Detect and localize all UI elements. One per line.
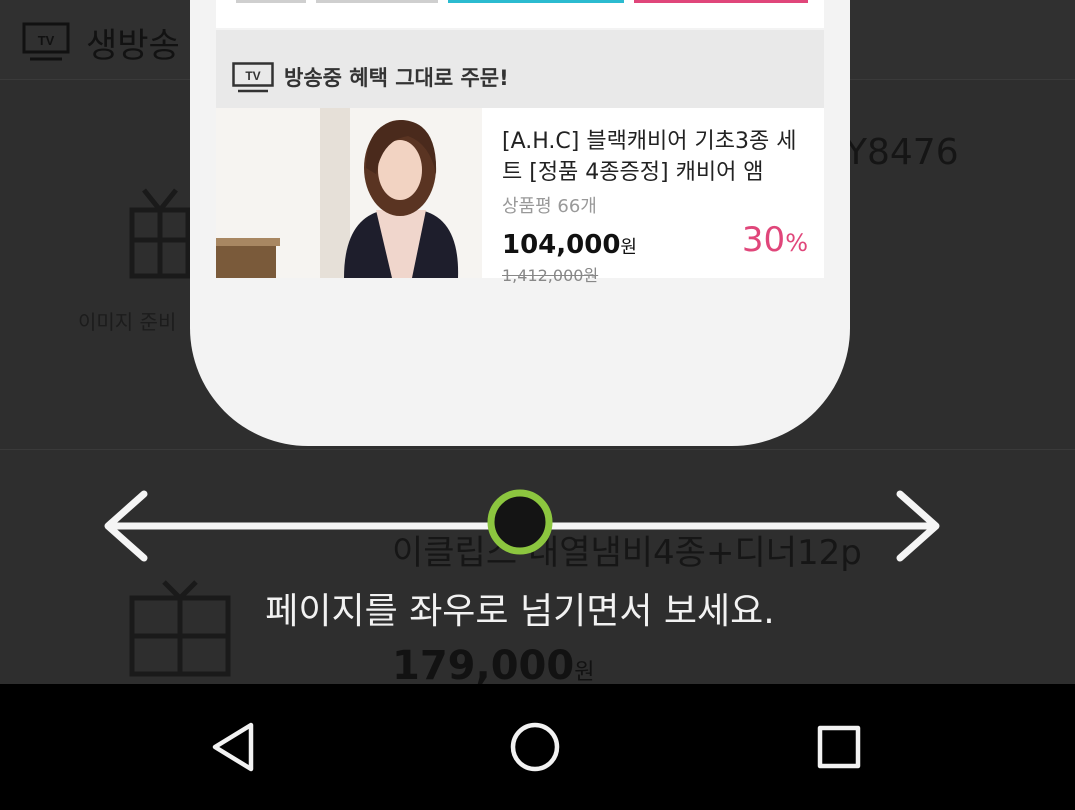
bg-product-code: Y8476	[845, 132, 959, 173]
phone-preview: TV 방송중 혜택 그대로 주문! [A.H.C] 블랙캐비어 기초3종 세트 …	[190, 0, 850, 446]
svg-text:TV: TV	[245, 69, 260, 83]
top-segment	[448, 0, 624, 3]
swipe-hint-message: 페이지를 좌우로 넘기면서 보세요.	[265, 591, 775, 632]
recents-button[interactable]	[804, 714, 874, 780]
svg-text:TV: TV	[38, 33, 55, 48]
top-segment	[236, 0, 306, 3]
image-placeholder-label: 이미지 준비	[78, 310, 177, 334]
back-button[interactable]	[198, 714, 268, 780]
product-card[interactable]: [A.H.C] 블랙캐비어 기초3종 세트 [정품 4종증정] 캐비어 앰 상품…	[216, 108, 824, 285]
product-price: 104,000원	[502, 230, 637, 260]
swipe-indicator	[104, 489, 940, 562]
navigation-bar	[0, 684, 1075, 810]
bg-header-title: 생방송	[86, 26, 180, 66]
review-count: 상품평 66개	[502, 196, 597, 217]
section-title: 방송중 혜택 그대로 주문!	[284, 66, 509, 90]
product-info: [A.H.C] 블랙캐비어 기초3종 세트 [정품 4종증정] 캐비어 앰 상품…	[502, 108, 810, 285]
tv-icon: TV	[22, 22, 70, 61]
home-button[interactable]	[500, 714, 570, 780]
recents-icon	[817, 725, 861, 769]
swipe-handle	[487, 489, 553, 555]
phone-top-strip	[216, 0, 824, 28]
top-segment	[316, 0, 438, 3]
top-segment	[634, 0, 808, 3]
discount-rate: 30%	[741, 220, 808, 260]
original-price: 1,412,000원	[502, 266, 599, 285]
back-icon	[212, 722, 254, 772]
home-icon	[510, 722, 560, 772]
bg-product-price: 179,000원	[392, 643, 595, 684]
gift-placeholder-icon	[129, 188, 191, 279]
product-name: [A.H.C] 블랙캐비어 기초3종 세트 [정품 4종증정] 캐비어 앰	[502, 129, 797, 185]
product-image	[216, 108, 482, 278]
tv-icon: TV	[232, 62, 274, 93]
